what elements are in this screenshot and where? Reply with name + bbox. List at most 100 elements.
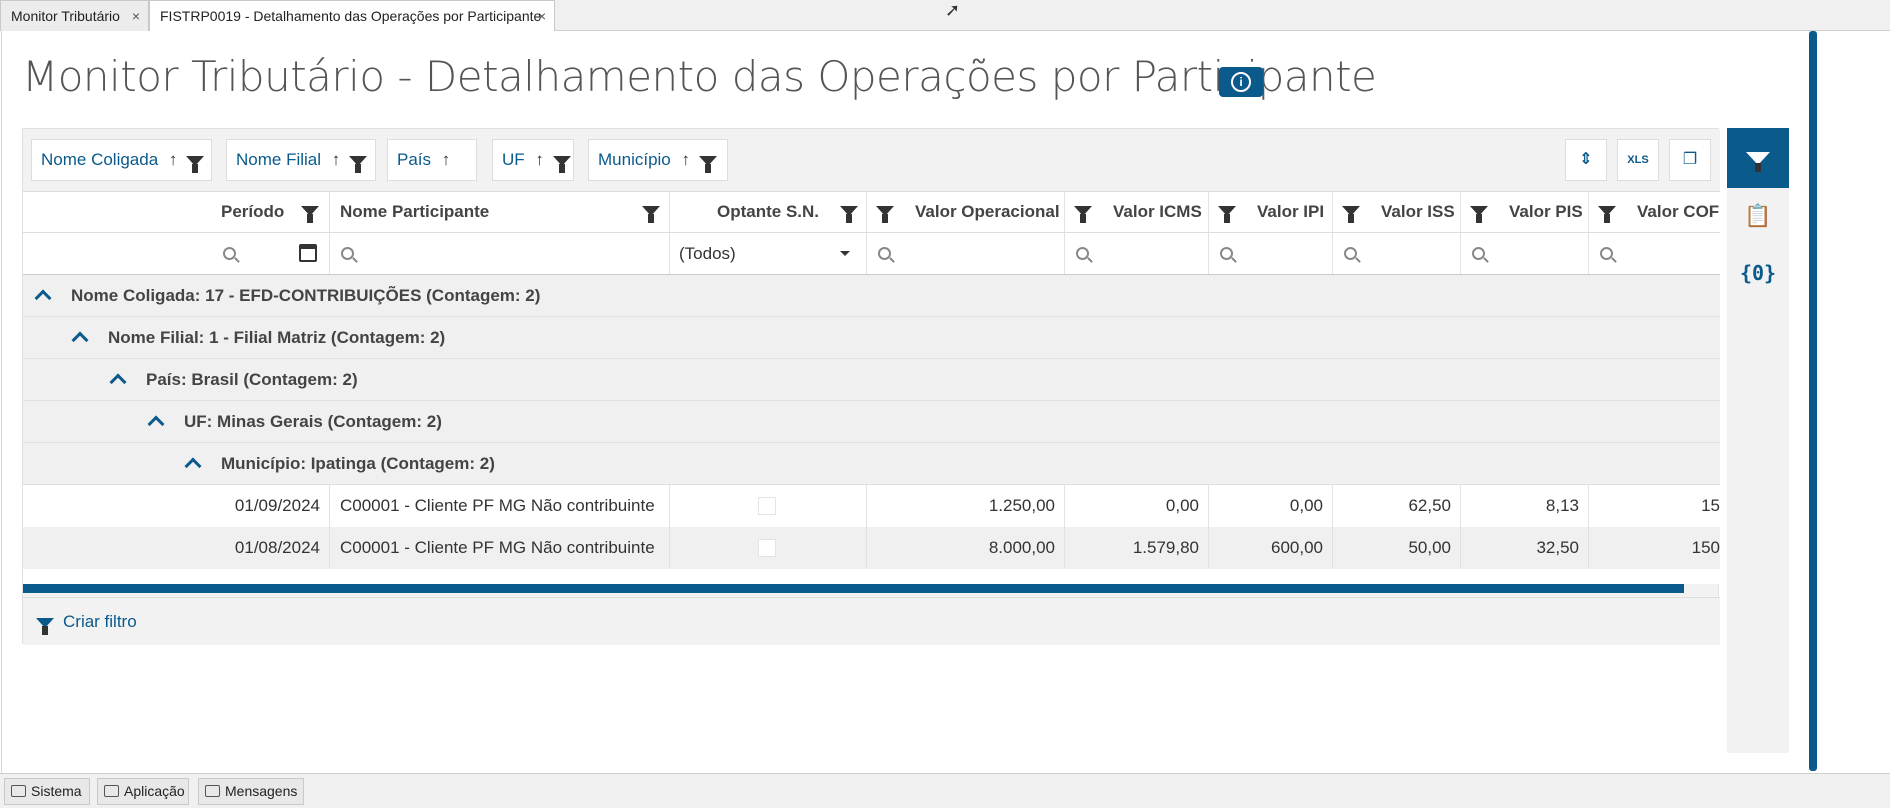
variables-button[interactable]: {0} [1727,261,1789,285]
checkbox[interactable] [758,539,776,557]
sistema-button[interactable]: Sistema [4,778,90,805]
window-tab-bar: Monitor Tributário × FISTRP0019 - Detalh… [0,0,1890,32]
filter-valor-icms[interactable] [1065,233,1209,274]
filter-icon[interactable] [876,206,894,223]
tab-monitor-tributario[interactable]: Monitor Tributário × [0,0,149,31]
close-tab-icon[interactable]: × [538,1,546,32]
header-periodo[interactable]: Período [23,192,330,232]
chevron-up-icon[interactable] [184,457,202,475]
group-chip-municipio[interactable]: Município ↑ [588,139,728,181]
header-valor-pis[interactable]: Valor PIS [1461,192,1589,232]
group-row-municipio[interactable]: Município: Ipatinga (Contagem: 2) [23,443,1720,485]
search-icon [1472,247,1485,260]
sort-asc-icon[interactable]: ↑ [169,150,178,169]
filter-icon[interactable] [1342,206,1360,223]
table-row[interactable]: 01/09/2024 C00001 - Cliente PF MG Não co… [23,485,1720,527]
export-icon: ❐ [1682,151,1698,168]
group-row-coligada[interactable]: Nome Coligada: 17 - EFD-CONTRIBUIÇÕES (C… [23,275,1720,317]
aplicacao-button[interactable]: Aplicação [97,778,189,805]
filter-valor-cofins[interactable] [1589,233,1720,274]
filter-icon[interactable] [1598,206,1616,223]
info-button[interactable]: i [1219,67,1263,97]
mensagens-button[interactable]: Mensagens [198,778,304,805]
horizontal-scrollbar[interactable] [23,584,1684,593]
filter-icon[interactable] [1074,206,1092,223]
header-valor-icms[interactable]: Valor ICMS [1065,192,1209,232]
filter-nome-participante[interactable] [330,233,670,274]
filter-valor-iss[interactable] [1333,233,1461,274]
close-tab-icon[interactable]: × [132,1,140,32]
chevron-up-icon[interactable] [147,415,165,433]
filter-valor-pis[interactable] [1461,233,1589,274]
search-icon [1076,247,1089,260]
chevron-up-icon[interactable] [34,289,52,307]
sort-asc-icon[interactable]: ↑ [442,150,451,169]
group-chip-label: Município [598,150,671,169]
cell-valor-ipi: 600,00 [1209,527,1333,569]
mouse-cursor-icon: ➚ [945,0,961,20]
create-filter-link[interactable]: Criar filtro [63,598,137,646]
filter-icon[interactable] [698,155,717,173]
cell-optante [670,527,867,569]
filter-icon[interactable] [349,155,367,173]
cell-valor-iss: 50,00 [1333,527,1461,569]
info-icon: i [1231,72,1251,92]
tab-label: FISTRP0019 - Detalhamento das Operações … [160,8,542,24]
group-chip-nome-filial[interactable]: Nome Filial ↑ [226,139,376,181]
filter-panel-button[interactable] [1727,128,1789,188]
column-chooser-button[interactable]: ⇕ [1565,139,1607,181]
group-chip-pais[interactable]: País ↑ [387,139,477,213]
header-valor-iss[interactable]: Valor ISS [1333,192,1461,232]
sort-asc-icon[interactable]: ↑ [682,150,691,169]
cell-valor-pis: 8,13 [1461,485,1589,527]
chevron-up-icon[interactable] [71,331,89,349]
filter-optante-select[interactable]: (Todos) [670,233,867,274]
filter-icon[interactable] [840,206,858,223]
table-row[interactable]: 01/08/2024 C00001 - Cliente PF MG Não co… [23,527,1720,569]
cell-participante: C00001 - Cliente PF MG Não contribuinte [330,485,670,527]
filter-row: (Todos) [23,233,1720,275]
chevron-down-icon[interactable] [840,251,850,256]
cell-valor-operacional: 8.000,00 [867,527,1065,569]
checkbox[interactable] [758,497,776,515]
sort-asc-icon[interactable]: ↑ [535,150,544,169]
search-icon [878,247,891,260]
chevron-up-icon[interactable] [109,373,127,391]
header-valor-ipi[interactable]: Valor IPI [1209,192,1333,232]
group-row-uf[interactable]: UF: Minas Gerais (Contagem: 2) [23,401,1720,443]
group-row-pais[interactable]: País: Brasil (Contagem: 2) [23,359,1720,401]
header-optante[interactable]: Optante S.N. [670,192,867,232]
header-nome-participante[interactable]: Nome Participante [330,192,670,232]
group-chip-nome-coligada[interactable]: Nome Coligada ↑ [31,139,212,181]
side-panel: 📋 {0} [1727,128,1789,753]
calendar-icon[interactable] [299,244,317,262]
cell-valor-icms: 1.579,80 [1065,527,1209,569]
group-chip-uf[interactable]: UF ↑ [492,139,574,181]
filter-icon[interactable] [301,206,319,223]
tab-fistrp0019[interactable]: FISTRP0019 - Detalhamento das Operações … [149,0,555,32]
clipboard-button[interactable]: 📋 [1727,203,1789,229]
header-label: Valor PIS [1509,202,1583,221]
vertical-scrollbar[interactable] [1809,31,1817,771]
export-pdf-button[interactable]: ❐ [1669,139,1711,181]
filter-icon[interactable] [552,155,571,173]
header-valor-cofins[interactable]: Valor COFI [1589,192,1720,232]
status-button-label: Sistema [31,783,82,799]
group-label: Nome Coligada: 17 - EFD-CONTRIBUIÇÕES (C… [71,286,541,305]
filter-valor-ipi[interactable] [1209,233,1333,274]
filter-icon[interactable] [1470,206,1488,223]
sort-asc-icon[interactable]: ↑ [332,150,341,169]
filter-icon[interactable] [1218,206,1236,223]
search-icon [1220,247,1233,260]
filter-periodo[interactable] [23,233,330,274]
tab-label: Monitor Tributário [11,8,120,24]
export-excel-button[interactable]: XLS [1617,139,1659,181]
filter-valor-operacional[interactable] [867,233,1065,274]
group-row-filial[interactable]: Nome Filial: 1 - Filial Matriz (Contagem… [23,317,1720,359]
filter-icon [36,618,54,635]
filter-icon[interactable] [186,155,205,173]
search-icon [223,247,236,260]
filter-icon[interactable] [642,206,660,223]
group-chip-label: Nome Coligada [41,150,159,169]
header-valor-operacional[interactable]: Valor Operacional [867,192,1065,232]
